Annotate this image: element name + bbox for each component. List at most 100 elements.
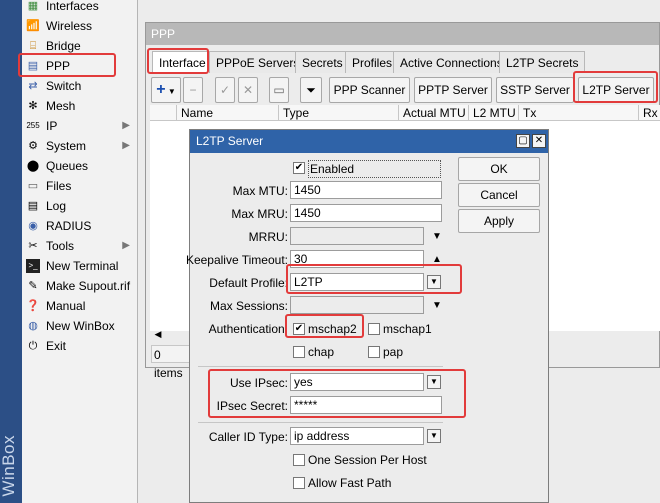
- sidebar-item-exit[interactable]: ⏻ Exit: [22, 336, 138, 356]
- sidebar-item-log[interactable]: ▤ Log: [22, 196, 138, 216]
- sidebar-item-system[interactable]: ⚙ System ▶: [22, 136, 138, 156]
- sidebar-item-new-terminal[interactable]: >_ New Terminal: [22, 256, 138, 276]
- filter-icon: ⏷: [306, 83, 316, 97]
- dialog-title: L2TP Server: [190, 130, 548, 153]
- manual-icon: ❓: [26, 300, 40, 312]
- sidebar-item-mesh[interactable]: ✻ Mesh: [22, 96, 138, 116]
- sidebar-item-wireless[interactable]: 📶 Wireless: [22, 16, 138, 36]
- highlight-l2tp-server-button: [573, 71, 658, 103]
- winbox-icon: ◍: [28, 320, 38, 332]
- pptp-server-button[interactable]: PPTP Server: [414, 77, 492, 103]
- apply-button[interactable]: Apply: [458, 209, 540, 233]
- column-name[interactable]: Name: [176, 105, 278, 121]
- switch-icon: ⇄: [28, 80, 38, 92]
- tab-secrets[interactable]: Secrets: [295, 51, 350, 73]
- enabled-checkbox[interactable]: ✔: [293, 162, 305, 174]
- max-sessions-field[interactable]: [290, 296, 424, 314]
- disable-button[interactable]: ✕: [238, 77, 258, 103]
- column-rx[interactable]: Rx: [638, 105, 660, 121]
- highlight-ipsec: [208, 369, 466, 418]
- column-actual-mtu[interactable]: Actual MTU: [398, 105, 468, 121]
- sidebar-item-interfaces[interactable]: ▦ Interfaces: [22, 0, 138, 16]
- mrru-field[interactable]: [290, 227, 424, 245]
- comment-button[interactable]: ▭: [269, 77, 289, 103]
- mrru-label: MRRU:: [248, 230, 288, 244]
- chevron-right-icon: ▶: [122, 240, 130, 251]
- column-type[interactable]: Type: [278, 105, 398, 121]
- max-mtu-field[interactable]: 1450: [290, 181, 442, 199]
- sidebar-item-tools[interactable]: ✂ Tools ▶: [22, 236, 138, 256]
- remove-button[interactable]: −: [183, 77, 203, 103]
- chevron-right-icon: ▶: [122, 140, 130, 151]
- enable-button[interactable]: ✓: [215, 77, 235, 103]
- sidebar-item-queues[interactable]: ⬤ Queues: [22, 156, 138, 176]
- tab-active-connections[interactable]: Active Connections: [393, 51, 510, 73]
- cross-icon: ✕: [242, 83, 254, 97]
- sidebar-item-make-supout[interactable]: ✎ Make Supout.rif: [22, 276, 138, 296]
- mschap1-label: mschap1: [383, 322, 432, 336]
- supout-icon: ✎: [28, 280, 38, 292]
- keepalive-timeout-label: Keepalive Timeout:: [185, 253, 288, 267]
- chevron-right-icon: ▶: [122, 120, 130, 131]
- bridge-icon: ⌸: [29, 40, 37, 52]
- tab-profiles[interactable]: Profiles: [345, 51, 400, 73]
- queues-icon: ⬤: [26, 160, 40, 172]
- table-header: Name Type Actual MTU L2 MTU Tx Rx: [150, 105, 660, 121]
- filter-button[interactable]: ⏷: [300, 77, 322, 103]
- highlight-default-profile: [286, 264, 462, 294]
- check-icon: ✓: [219, 83, 231, 97]
- chevron-down-icon: ▼: [165, 87, 176, 96]
- ok-button[interactable]: OK: [458, 157, 540, 181]
- separator: [198, 366, 443, 367]
- caller-id-type-select[interactable]: ip address: [290, 427, 424, 445]
- maximize-button[interactable]: ▢: [516, 134, 530, 148]
- enabled-label: Enabled: [308, 160, 441, 178]
- interfaces-icon: ▦: [27, 0, 39, 12]
- column-l2-mtu[interactable]: L2 MTU: [468, 105, 518, 121]
- sidebar-item-manual[interactable]: ❓ Manual: [22, 296, 138, 316]
- comment-icon: ▭: [273, 83, 285, 97]
- cancel-button[interactable]: Cancel: [458, 183, 540, 207]
- column-tx[interactable]: Tx: [518, 105, 638, 121]
- highlight-interface-tab: [147, 48, 209, 74]
- l2tp-server-dialog: L2TP Server ▢ ✕ ✔ Enabled Max MTU: 1450 …: [186, 129, 549, 503]
- tab-pppoe-servers[interactable]: PPPoE Servers: [209, 51, 307, 73]
- sidebar-item-switch[interactable]: ⇄ Switch: [22, 76, 138, 96]
- max-sessions-dropdown-icon[interactable]: ▼: [432, 301, 442, 311]
- mschap1-checkbox[interactable]: [368, 323, 380, 335]
- winbox-label: WinBox: [0, 435, 18, 497]
- tab-l2tp-secrets[interactable]: L2TP Secrets: [499, 51, 586, 73]
- add-button[interactable]: + ▼: [151, 77, 181, 103]
- allow-fast-path-checkbox[interactable]: [293, 477, 305, 489]
- sidebar-item-ip[interactable]: 255 IP ▶: [22, 116, 138, 136]
- mesh-icon: ✻: [28, 100, 38, 112]
- sidebar-item-new-winbox[interactable]: ◍ New WinBox: [22, 316, 138, 336]
- allow-fast-path-label: Allow Fast Path: [308, 476, 392, 490]
- max-mru-label: Max MRU:: [231, 207, 288, 221]
- highlight-mschap2: [285, 314, 364, 338]
- default-profile-label: Default Profile:: [209, 276, 288, 290]
- sidebar-item-radius[interactable]: ◉ RADIUS: [22, 216, 138, 236]
- close-icon: ✕: [534, 135, 544, 146]
- one-session-per-host-checkbox[interactable]: [293, 454, 305, 466]
- chap-checkbox[interactable]: [293, 346, 305, 358]
- max-mru-field[interactable]: 1450: [290, 204, 442, 222]
- ppp-scanner-button[interactable]: PPP Scanner: [329, 77, 410, 103]
- close-button[interactable]: ✕: [532, 134, 546, 148]
- tools-icon: ✂: [28, 240, 38, 252]
- max-sessions-label: Max Sessions:: [209, 299, 288, 313]
- pap-checkbox[interactable]: [368, 346, 380, 358]
- maximize-icon: ▢: [518, 135, 528, 146]
- minus-icon: −: [189, 83, 197, 97]
- terminal-icon: >_: [26, 259, 40, 273]
- sidebar-item-files[interactable]: ▭ Files: [22, 176, 138, 196]
- authentication-label: Authentication:: [208, 322, 288, 336]
- ppp-window-title: PPP: [146, 23, 659, 45]
- one-session-per-host-label: One Session Per Host: [308, 453, 427, 467]
- chevron-down-icon[interactable]: ▼: [427, 429, 441, 443]
- chap-label: chap: [308, 345, 335, 359]
- log-icon: ▤: [27, 200, 39, 212]
- sstp-server-button[interactable]: SSTP Server: [496, 77, 574, 103]
- mrru-dropdown-icon[interactable]: ▼: [432, 232, 442, 242]
- highlight-ppp: [18, 53, 116, 77]
